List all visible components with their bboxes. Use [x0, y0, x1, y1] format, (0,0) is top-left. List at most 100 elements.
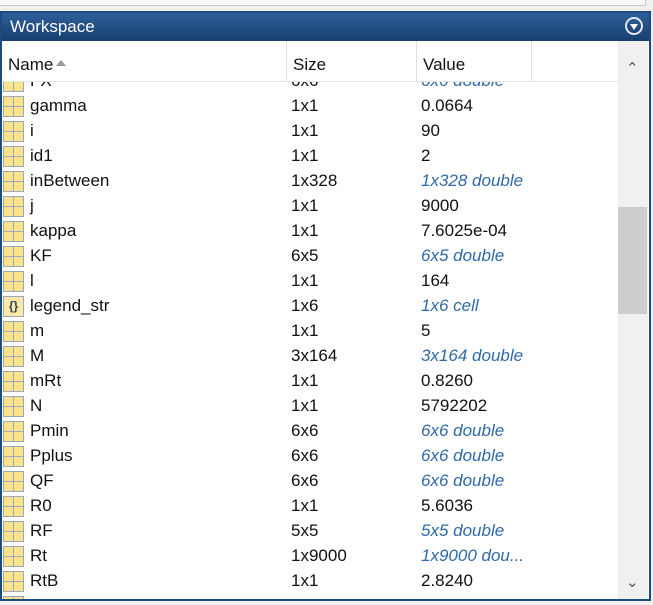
matrix-icon — [3, 271, 24, 292]
variable-value: 7.6025e-04 — [421, 221, 508, 240]
sort-ascending-icon — [56, 60, 67, 66]
matrix-icon — [3, 321, 24, 342]
column-label: Name — [8, 55, 54, 74]
panel-titlebar: Workspace — [2, 13, 649, 41]
variable-value[interactable]: 6x5 double — [421, 246, 504, 266]
matrix-icon — [3, 171, 24, 192]
variable-value: 9000 — [421, 196, 459, 215]
table-row[interactable] — [2, 594, 620, 599]
column-header-name[interactable]: Name — [2, 41, 287, 81]
table-row[interactable]: RF 5x5 5x5 double — [2, 519, 620, 544]
variable-name: id1 — [30, 146, 53, 165]
column-header-value[interactable]: Value — [417, 41, 532, 81]
variable-size: 1x1 — [291, 321, 319, 340]
variable-size: 1x1 — [291, 371, 319, 390]
variable-name: l — [30, 271, 34, 290]
variable-name: N — [30, 396, 43, 415]
scroll-down-icon[interactable]: ⌄ — [626, 575, 639, 590]
column-header-size[interactable]: Size — [287, 41, 417, 81]
matrix-icon — [3, 496, 24, 517]
variable-value: 5.6036 — [421, 496, 473, 515]
variable-name: Rt — [30, 546, 47, 565]
table-row[interactable]: mRt 1x1 0.8260 — [2, 369, 620, 394]
top-strip — [0, 0, 646, 6]
variable-size: 6x5 — [291, 246, 319, 265]
variable-name: R0 — [30, 496, 52, 515]
table-row[interactable]: Rt 1x9000 1x9000 dou... — [2, 544, 620, 569]
variable-value: 0.8260 — [421, 371, 473, 390]
table-header: Name Size Value — [2, 41, 620, 82]
variable-size: 6x6 — [291, 82, 318, 91]
scroll-up-icon[interactable]: ⌃ — [626, 61, 639, 76]
table-row[interactable]: i 1x1 90 — [2, 119, 620, 144]
variable-size: 1x1 — [291, 121, 319, 140]
variable-name: M — [30, 346, 45, 365]
table-row[interactable]: id1 1x1 2 — [2, 144, 620, 169]
table-row[interactable]: gamma 1x1 0.0664 — [2, 94, 620, 119]
variable-name: i — [30, 121, 34, 140]
matrix-icon — [3, 546, 24, 567]
table-row[interactable]: RtB 1x1 2.8240 — [2, 569, 620, 594]
variable-size: 1x1 — [291, 196, 319, 215]
variable-value: 5 — [421, 321, 431, 340]
table-row[interactable]: m 1x1 5 — [2, 319, 620, 344]
panel-menu-icon[interactable] — [625, 17, 643, 35]
variable-size: 5x5 — [291, 521, 319, 540]
scroll-thumb[interactable] — [618, 207, 647, 314]
variable-name: m — [30, 321, 45, 340]
variable-size: 3x164 — [291, 346, 338, 365]
matrix-icon — [3, 421, 24, 442]
workspace-panel: Workspace Name Size Value FX 6x6 6x6 dou… — [0, 11, 651, 601]
table-row[interactable]: KF 6x5 6x5 double — [2, 244, 620, 269]
variable-name: j — [30, 196, 34, 215]
table-row[interactable]: inBetween 1x328 1x328 double — [2, 169, 620, 194]
variable-size: 1x1 — [291, 146, 319, 165]
bottom-strip — [0, 601, 653, 605]
matrix-icon — [3, 521, 24, 542]
variable-value[interactable]: 6x6 double — [421, 446, 504, 466]
matrix-icon — [3, 121, 24, 142]
cell-icon: {} — [3, 296, 24, 317]
table-row[interactable]: l 1x1 164 — [2, 269, 620, 294]
variable-name: kappa — [30, 221, 77, 240]
table-row[interactable]: M 3x164 3x164 double — [2, 344, 620, 369]
variable-name: gamma — [30, 96, 87, 115]
variable-name: Pmin — [30, 421, 69, 440]
panel-title: Workspace — [10, 17, 95, 36]
variable-value[interactable]: 3x164 double — [421, 346, 523, 366]
table-row[interactable]: FX 6x6 6x6 double — [2, 82, 620, 94]
matrix-icon — [3, 396, 24, 417]
variable-name: Pplus — [30, 446, 73, 465]
table-row[interactable]: {} legend_str 1x6 1x6 cell — [2, 294, 620, 319]
variable-value[interactable]: 1x9000 dou... — [421, 546, 524, 566]
matrix-icon — [3, 471, 24, 492]
table-row[interactable]: j 1x1 9000 — [2, 194, 620, 219]
variable-size: 1x1 — [291, 396, 319, 415]
matrix-icon — [3, 371, 24, 392]
table-row[interactable]: N 1x1 5792202 — [2, 394, 620, 419]
variable-value: 2.8240 — [421, 571, 473, 590]
variable-value[interactable]: 6x6 double — [421, 471, 504, 491]
variable-name: RF — [30, 521, 53, 540]
table-row[interactable]: Pplus 6x6 6x6 double — [2, 444, 620, 469]
variable-value: 164 — [421, 271, 450, 290]
variable-size: 6x6 — [291, 446, 319, 465]
variable-value[interactable]: 1x6 cell — [421, 296, 479, 316]
variable-value[interactable]: 6x6 double — [421, 82, 504, 91]
column-header-empty — [532, 41, 620, 81]
variable-value[interactable]: 6x6 double — [421, 421, 504, 441]
variable-value[interactable]: 5x5 double — [421, 521, 504, 541]
matrix-icon — [3, 571, 24, 592]
variable-value: 2 — [421, 146, 431, 165]
table-row[interactable]: kappa 1x1 7.6025e-04 — [2, 219, 620, 244]
vertical-scrollbar[interactable]: ⌃ ⌄ — [618, 41, 648, 599]
table-row[interactable]: R0 1x1 5.6036 — [2, 494, 620, 519]
table-row[interactable]: QF 6x6 6x6 double — [2, 469, 620, 494]
variable-size: 6x6 — [291, 421, 319, 440]
variable-value[interactable]: 1x328 double — [421, 171, 523, 191]
variable-list: FX 6x6 6x6 double gamma 1x1 0.0664 i 1x1… — [2, 82, 620, 599]
variable-size: 1x1 — [291, 96, 319, 115]
matrix-icon — [3, 196, 24, 217]
table-row[interactable]: Pmin 6x6 6x6 double — [2, 419, 620, 444]
matrix-icon — [3, 246, 24, 267]
